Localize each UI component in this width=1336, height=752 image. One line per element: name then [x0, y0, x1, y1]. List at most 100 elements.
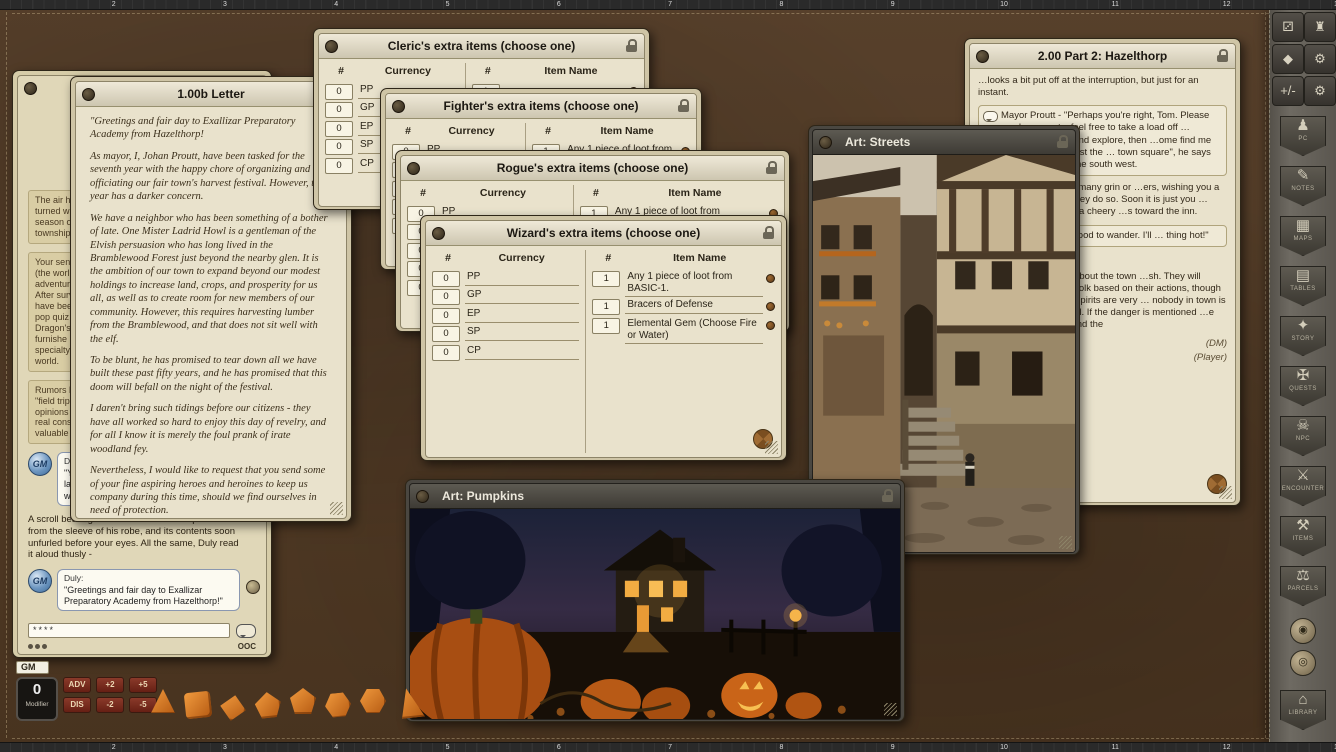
chat-scroll-down-knob[interactable]: [246, 580, 260, 594]
window-menu-knob[interactable]: [819, 136, 832, 149]
resize-grip[interactable]: [330, 502, 343, 515]
chat-input[interactable]: ****: [28, 623, 230, 638]
window-titlebar[interactable]: Art: Streets: [813, 130, 1075, 155]
dice-pointer-die[interactable]: [394, 687, 427, 720]
window-titlebar[interactable]: 2.00 Part 2: Hazelthorp: [970, 44, 1235, 69]
item-link-icon[interactable]: [766, 302, 775, 311]
lock-icon[interactable]: [678, 99, 689, 112]
toolbar-button[interactable]: ⚙: [1304, 44, 1336, 74]
toolbar-button[interactable]: ⚂: [1272, 12, 1304, 42]
sidebar-item[interactable]: ⚒ ITEMS: [1280, 516, 1326, 556]
toolbar-button[interactable]: ♜: [1304, 12, 1336, 42]
sidebar-round-button[interactable]: ◉: [1290, 618, 1316, 644]
d4-die[interactable]: [150, 688, 176, 714]
lock-icon[interactable]: [766, 161, 777, 174]
toolbar-button[interactable]: +/-: [1272, 76, 1304, 106]
d12-die[interactable]: [290, 688, 316, 714]
window-menu-knob[interactable]: [24, 82, 37, 95]
gm-token[interactable]: GM: [28, 452, 52, 476]
window-titlebar[interactable]: Cleric's extra items (choose one): [319, 34, 644, 59]
window-titlebar[interactable]: Rogue's extra items (choose one): [401, 156, 784, 181]
disadvantage-button[interactable]: DIS: [63, 697, 91, 713]
sidebar-item[interactable]: ⚔ ENCOUNTER: [1280, 466, 1326, 506]
quantity-field[interactable]: 0: [325, 102, 353, 118]
sidebar-item[interactable]: ▤ TABLES: [1280, 266, 1326, 306]
window-menu-knob[interactable]: [416, 490, 429, 503]
chat-mode-dots[interactable]: [28, 644, 47, 649]
quantity-field[interactable]: 0: [325, 121, 353, 137]
letter-paragraph: As mayor, I, Johan Proutt, have been tas…: [90, 150, 332, 204]
lock-icon[interactable]: [763, 226, 774, 239]
sidebar-item[interactable]: ☠ NPC: [1280, 416, 1326, 456]
window-titlebar[interactable]: Fighter's extra items (choose one): [386, 94, 696, 119]
letter-paragraph: To be blunt, he has promised to tear dow…: [90, 354, 332, 394]
item-name[interactable]: Elemental Gem (Choose Fire or Water): [625, 318, 763, 344]
currency-label[interactable]: SP: [465, 326, 579, 341]
item-name[interactable]: Bracers of Defense: [625, 299, 763, 314]
window-menu-knob[interactable]: [407, 162, 420, 175]
window-menu-knob[interactable]: [976, 50, 989, 63]
lock-icon[interactable]: [626, 39, 637, 52]
lock-icon[interactable]: [1217, 49, 1228, 62]
currency-label[interactable]: GP: [465, 289, 579, 304]
window-titlebar[interactable]: Art: Pumpkins: [410, 484, 900, 509]
sidebar-item[interactable]: ♟ PC: [1280, 116, 1326, 156]
resize-grip[interactable]: [884, 703, 897, 716]
currency-label[interactable]: CP: [465, 345, 579, 360]
advantage-button[interactable]: ADV: [63, 677, 91, 693]
lock-icon[interactable]: [882, 489, 893, 502]
sidebar-round-button[interactable]: ◎: [1290, 650, 1316, 676]
quantity-field[interactable]: 1: [592, 318, 620, 334]
quantity-field[interactable]: 0: [432, 345, 460, 361]
quantity-field[interactable]: 0: [432, 326, 460, 342]
plus2-button[interactable]: +2: [96, 677, 124, 693]
d10-die[interactable]: [254, 691, 283, 720]
identity-label[interactable]: GM: [16, 661, 49, 674]
minus2-button[interactable]: -2: [96, 697, 124, 713]
quantity-field[interactable]: 0: [325, 139, 353, 155]
window-menu-knob[interactable]: [82, 88, 95, 101]
chat-bubble-icon[interactable]: [236, 624, 256, 638]
modifier-box[interactable]: 0 Modifier: [16, 677, 58, 721]
item-link-icon[interactable]: [766, 321, 775, 330]
sidebar-item-label: NOTES: [1291, 186, 1314, 192]
window-menu-knob[interactable]: [325, 40, 338, 53]
window-titlebar[interactable]: 1.00b Letter: [76, 82, 346, 107]
quantity-field[interactable]: 0: [325, 158, 353, 174]
item-name[interactable]: Any 1 piece of loot from BASIC-1.: [625, 271, 763, 297]
d8-die[interactable]: [218, 693, 248, 723]
col-header-item: Item Name: [612, 187, 778, 199]
toolbar-button[interactable]: ⚙: [1304, 76, 1336, 106]
sidebar-item[interactable]: ✦ STORY: [1280, 316, 1326, 356]
sidebar-item-library[interactable]: ⌂ LIBRARY: [1280, 690, 1326, 730]
resize-grip[interactable]: [1219, 486, 1232, 499]
sidebar-item[interactable]: ✎ NOTES: [1280, 166, 1326, 206]
letter-window[interactable]: 1.00b Letter "Greetings and fair day to …: [70, 76, 352, 522]
currency-label[interactable]: PP: [465, 271, 579, 286]
d6-die[interactable]: [184, 691, 213, 720]
toolbar-button[interactable]: ◆: [1272, 44, 1304, 74]
window-titlebar[interactable]: Wizard's extra items (choose one): [426, 221, 781, 246]
art-pumpkins-window[interactable]: Art: Pumpkins: [405, 479, 905, 722]
quantity-field[interactable]: 0: [432, 289, 460, 305]
window-menu-knob[interactable]: [432, 227, 445, 240]
gm-token[interactable]: GM: [28, 569, 52, 593]
quantity-field[interactable]: 0: [432, 308, 460, 324]
sidebar-item[interactable]: ▦ MAPS: [1280, 216, 1326, 256]
ooc-button[interactable]: OOC: [238, 642, 256, 651]
window-menu-knob[interactable]: [392, 100, 405, 113]
sidebar-item[interactable]: ✠ QUESTS: [1280, 366, 1326, 406]
wizard-items-window[interactable]: Wizard's extra items (choose one) #Curre…: [420, 215, 787, 461]
d100-die[interactable]: [360, 688, 386, 714]
quantity-field[interactable]: 1: [592, 271, 620, 287]
item-link-icon[interactable]: [766, 274, 775, 283]
resize-grip[interactable]: [765, 441, 778, 454]
lock-icon[interactable]: [1057, 135, 1068, 148]
resize-grip[interactable]: [1059, 536, 1072, 549]
quantity-field[interactable]: 1: [592, 299, 620, 315]
quantity-field[interactable]: 0: [432, 271, 460, 287]
quantity-field[interactable]: 0: [325, 84, 353, 100]
d20-die[interactable]: [324, 691, 353, 720]
currency-label[interactable]: EP: [465, 308, 579, 323]
sidebar-item[interactable]: ⚖ PARCELS: [1280, 566, 1326, 606]
